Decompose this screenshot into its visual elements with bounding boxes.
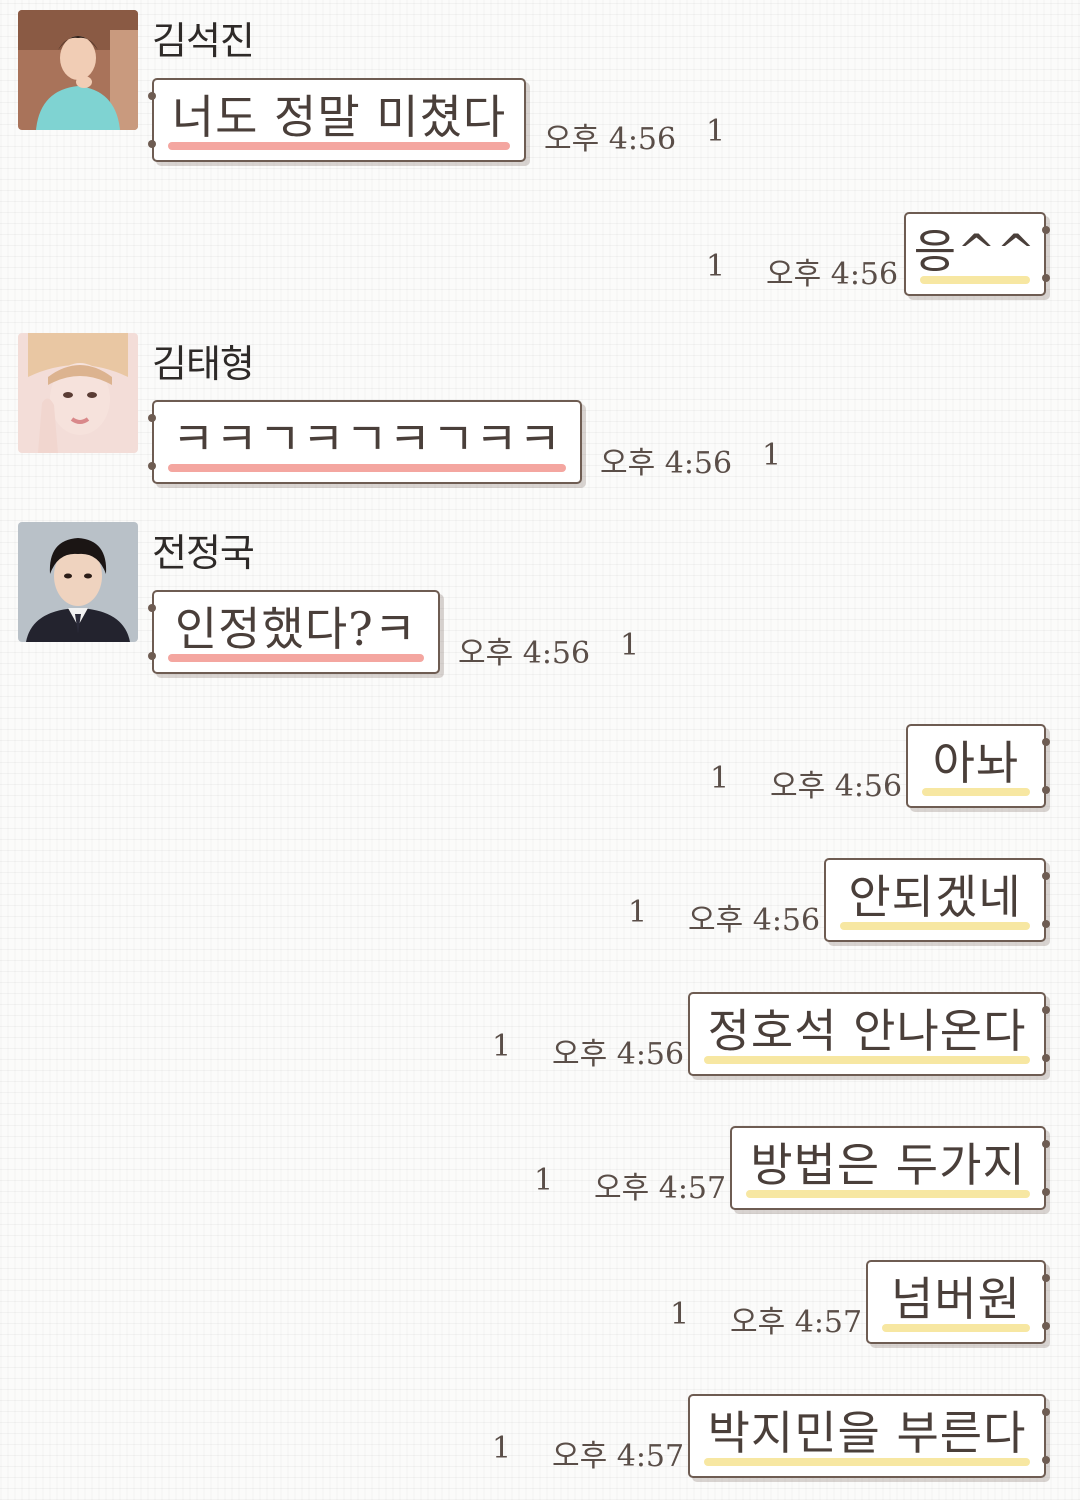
text-highlight — [168, 654, 424, 662]
message-text: 응^^ — [913, 224, 1037, 278]
message-bubble[interactable]: 넘버원 — [866, 1260, 1050, 1344]
text-highlight — [882, 1324, 1030, 1332]
bubble-pin — [1042, 738, 1050, 746]
text-highlight — [168, 142, 510, 150]
message-time: 오후 4:56 — [552, 1037, 685, 1072]
bubble-pin — [1042, 226, 1050, 234]
message-text: 인정했다?ㅋ — [174, 602, 418, 656]
message-bubble[interactable]: 박지민을 부른다 — [688, 1394, 1050, 1478]
bubble-pin — [1042, 1054, 1050, 1062]
sender-name: 전정국 — [152, 531, 255, 575]
message-time: 오후 4:56 — [458, 636, 591, 671]
message-text: 아놔 — [932, 736, 1020, 790]
message-bubble[interactable]: 응^^ — [904, 212, 1050, 296]
jin-avatar-image — [18, 10, 138, 130]
unread-count: 1 — [620, 628, 640, 663]
text-highlight — [840, 922, 1030, 930]
message-text: 정호석 안나온다 — [707, 1004, 1027, 1058]
message-time: 오후 4:56 — [600, 446, 733, 481]
bubble-pin — [148, 652, 156, 660]
sender-avatar[interactable] — [18, 333, 138, 453]
sender-avatar[interactable] — [18, 522, 138, 642]
message-bubble[interactable]: 안되겠네 — [824, 858, 1050, 942]
message-text: 넘버원 — [891, 1272, 1021, 1326]
bubble-pin — [148, 92, 156, 100]
text-highlight — [922, 788, 1030, 796]
bubble-pin — [148, 604, 156, 612]
bubble-pin — [1042, 1456, 1050, 1464]
unread-count: 1 — [492, 1029, 512, 1064]
bubble-pin — [1042, 1188, 1050, 1196]
bubble-pin — [1042, 1408, 1050, 1416]
message-text: 너도 정말 미쳤다 — [171, 90, 507, 144]
bubble-pin — [1042, 786, 1050, 794]
message-time: 오후 4:56 — [766, 257, 899, 292]
unread-count: 1 — [710, 761, 730, 796]
message-bubble[interactable]: 인정했다?ㅋ — [148, 590, 440, 674]
text-highlight — [920, 276, 1030, 284]
message-bubble[interactable]: 방법은 두가지 — [730, 1126, 1050, 1210]
message-time: 오후 4:56 — [688, 903, 821, 938]
message-text: 방법은 두가지 — [750, 1138, 1026, 1192]
bubble-pin — [1042, 274, 1050, 282]
message-text: 안되겠네 — [848, 870, 1022, 924]
unread-count: 1 — [762, 438, 782, 473]
message-text: 박지민을 부른다 — [707, 1406, 1027, 1460]
message-time: 오후 4:57 — [594, 1171, 727, 1206]
bubble-pin — [1042, 1274, 1050, 1282]
sender-avatar[interactable] — [18, 10, 138, 130]
bubble-pin — [1042, 872, 1050, 880]
bubble-pin — [148, 414, 156, 422]
unread-count: 1 — [628, 895, 648, 930]
text-highlight — [704, 1056, 1030, 1064]
unread-count: 1 — [534, 1163, 554, 1198]
message-time: 오후 4:56 — [770, 769, 903, 804]
message-bubble[interactable]: ㅋㅋㄱㅋㄱㅋㄱㅋㅋ — [148, 400, 582, 484]
unread-count: 1 — [492, 1431, 512, 1466]
message-time: 오후 4:57 — [552, 1439, 685, 1474]
jungkook-avatar-image — [18, 522, 138, 642]
text-highlight — [746, 1190, 1030, 1198]
unread-count: 1 — [706, 114, 726, 149]
bubble-pin — [1042, 1322, 1050, 1330]
bubble-pin — [148, 462, 156, 470]
sender-name: 김태형 — [152, 342, 255, 386]
bubble-pin — [1042, 1006, 1050, 1014]
message-bubble[interactable]: 아놔 — [906, 724, 1050, 808]
message-bubble[interactable]: 너도 정말 미쳤다 — [148, 78, 526, 162]
bubble-pin — [1042, 1140, 1050, 1148]
text-highlight — [704, 1458, 1030, 1466]
message-text: ㅋㅋㄱㅋㄱㅋㄱㅋㅋ — [172, 412, 562, 466]
message-bubble[interactable]: 정호석 안나온다 — [688, 992, 1050, 1076]
sender-name: 김석진 — [152, 19, 255, 63]
bubble-pin — [1042, 920, 1050, 928]
taehyung-avatar-image — [18, 333, 138, 453]
message-time: 오후 4:56 — [544, 122, 677, 157]
message-time: 오후 4:57 — [730, 1305, 863, 1340]
unread-count: 1 — [706, 249, 726, 284]
bubble-pin — [148, 140, 156, 148]
unread-count: 1 — [670, 1297, 690, 1332]
text-highlight — [168, 464, 566, 472]
